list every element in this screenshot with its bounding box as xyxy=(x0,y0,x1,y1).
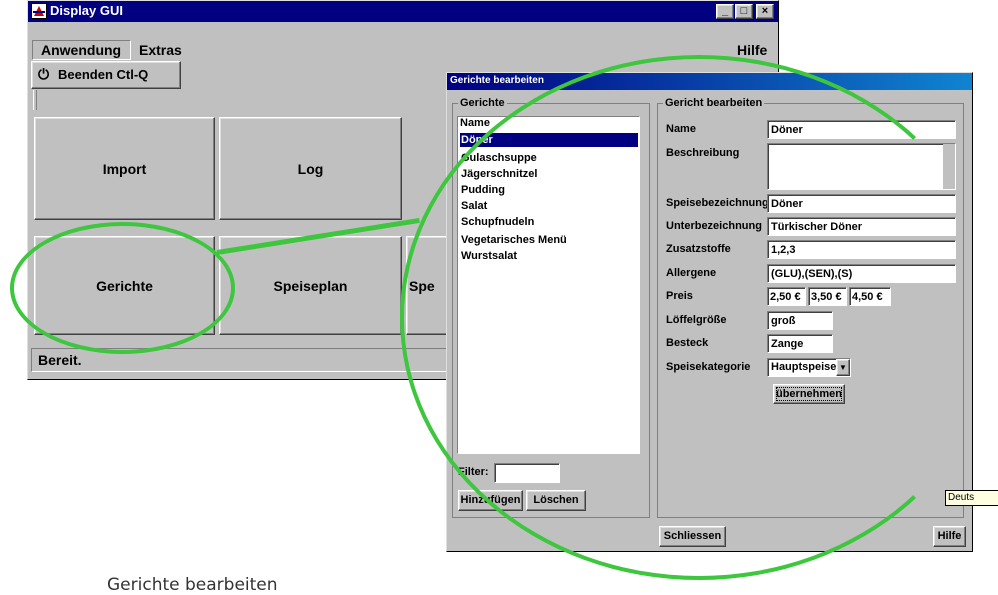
tooltip: Deuts xyxy=(945,490,998,506)
app-logo-icon xyxy=(31,3,47,19)
list-header-name: Name xyxy=(460,117,490,129)
speiseplan-button[interactable]: Speiseplan xyxy=(219,236,402,335)
dialog-title: Gerichte bearbeiten xyxy=(450,75,544,86)
caption: Gerichte bearbeiten xyxy=(107,575,278,595)
import-button[interactable]: Import xyxy=(34,117,215,220)
gerichte-group-title: Gerichte xyxy=(458,97,507,109)
main-title: Display GUI xyxy=(50,3,123,18)
close-button[interactable]: × xyxy=(756,4,774,19)
power-icon: ⏻ xyxy=(38,66,50,82)
main-titlebar[interactable] xyxy=(28,1,778,22)
highlight-circle-dialog xyxy=(400,55,998,580)
minimize-button[interactable]: _ xyxy=(716,4,734,19)
highlight-circle-gerichte xyxy=(10,222,235,354)
menu-hilfe[interactable]: Hilfe xyxy=(737,42,767,58)
menu-extras[interactable]: Extras xyxy=(139,42,182,58)
help-button[interactable]: Hilfe xyxy=(933,526,966,547)
menu-anwendung-label: Anwendung xyxy=(41,42,122,58)
status-text: Bereit. xyxy=(38,352,82,368)
tooltip-text: Deuts xyxy=(948,492,975,503)
maximize-button[interactable]: □ xyxy=(735,4,753,19)
menu-item-beenden-label: Beenden Ctl-Q xyxy=(58,67,149,82)
log-button[interactable]: Log xyxy=(219,117,402,220)
toolbar-area xyxy=(33,90,37,110)
